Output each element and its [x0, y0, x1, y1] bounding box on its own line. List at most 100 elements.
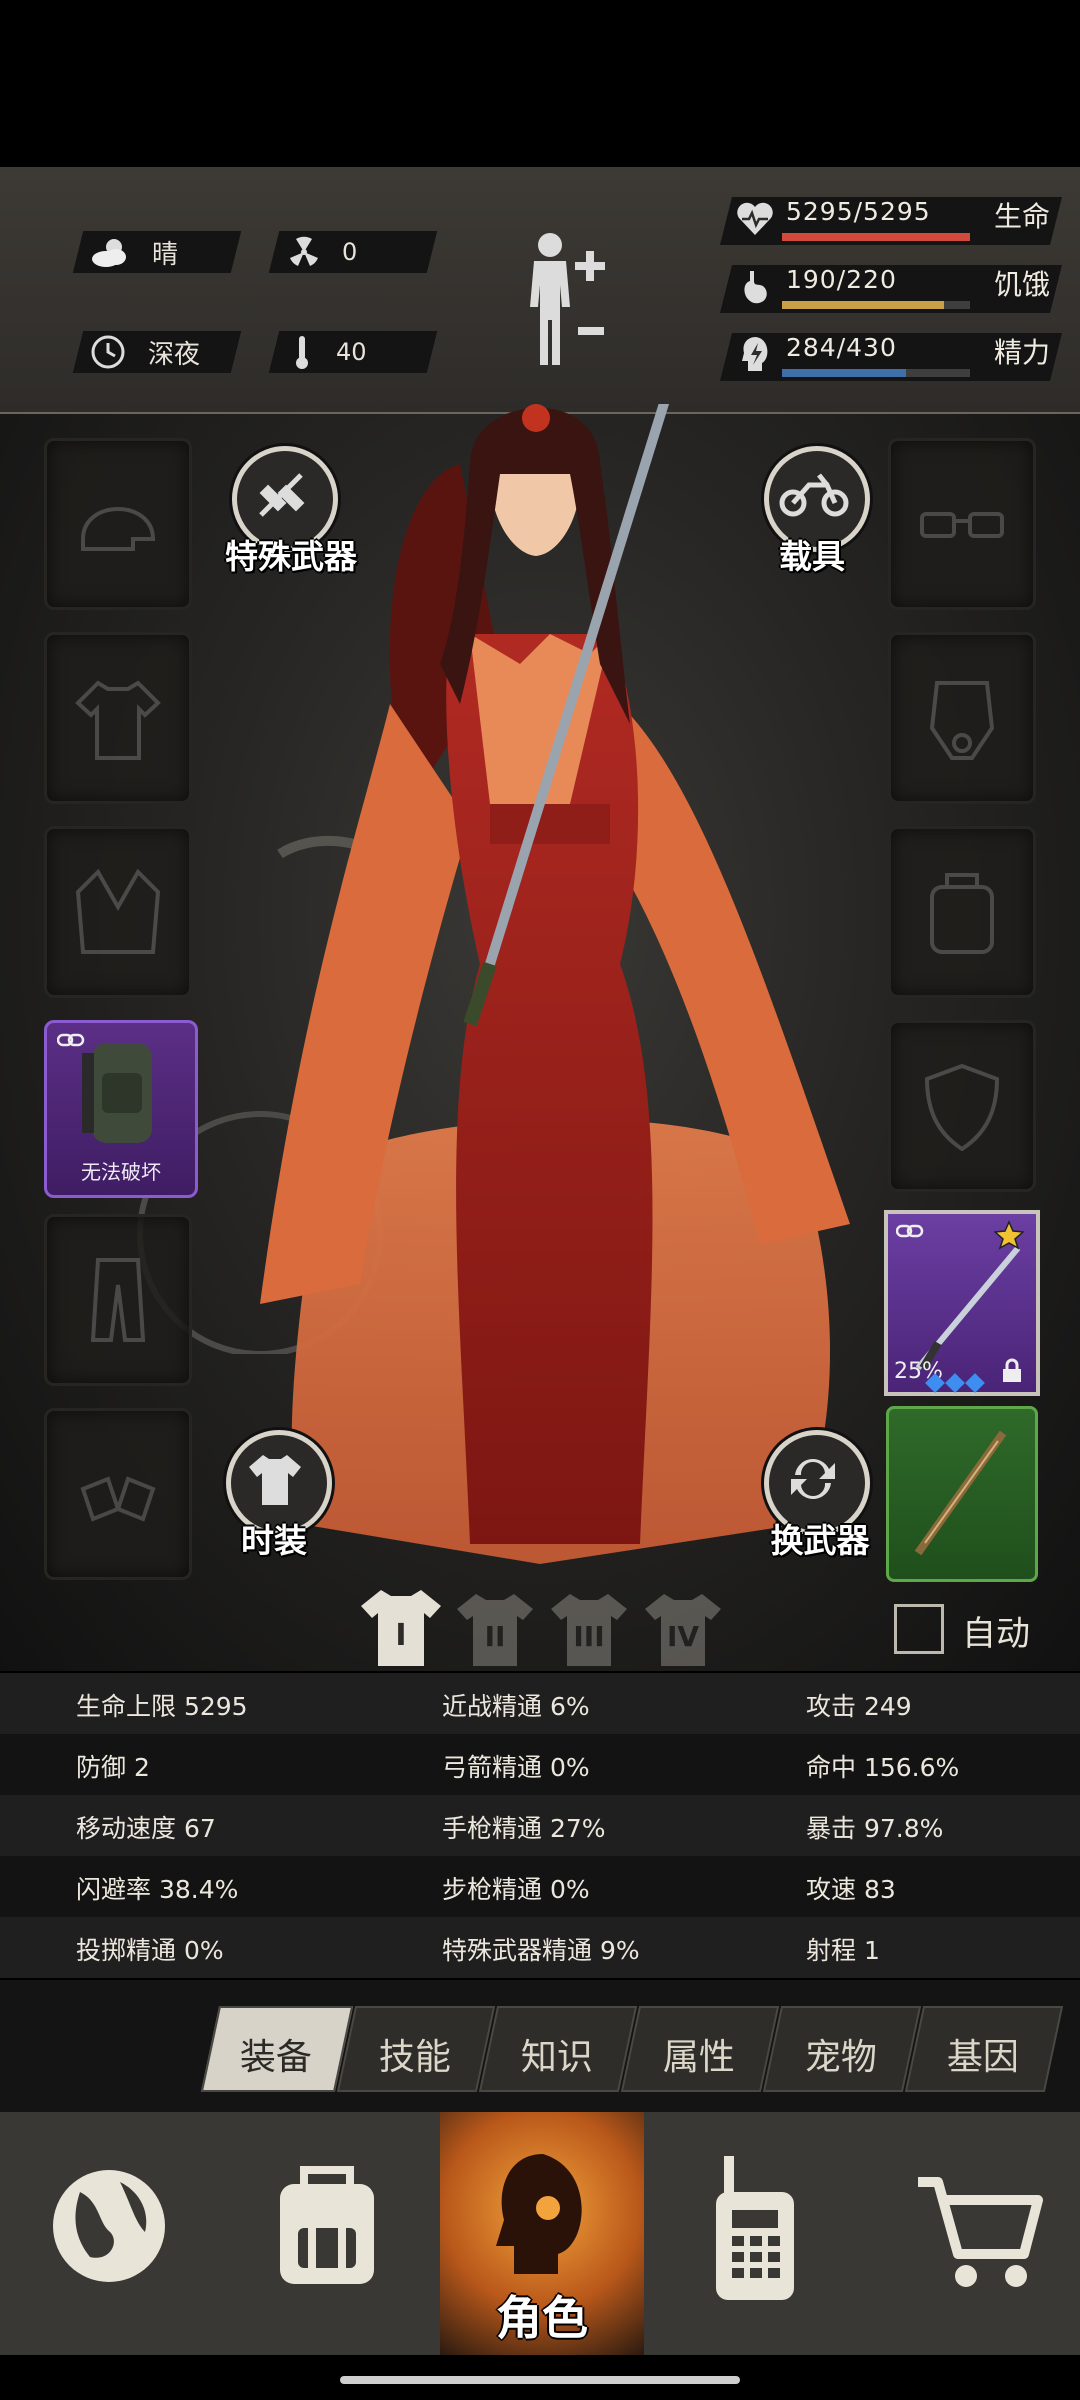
loadout-tabs: I II III IV [356, 1588, 736, 1668]
life-bar-fill [782, 233, 970, 241]
nav-world-map[interactable] [0, 2112, 218, 2355]
hunger-label: 饥饿 [994, 268, 1051, 301]
star-icon [994, 1220, 1024, 1250]
energy-label: 精力 [994, 336, 1051, 369]
weather-text: 晴 [152, 239, 179, 270]
auto-toggle[interactable]: 自动 [894, 1600, 1054, 1660]
fashion-label: 时装 [241, 1521, 307, 1560]
nav-inventory[interactable] [218, 2112, 436, 2355]
loadout-tab-2[interactable]: II [452, 1592, 538, 1668]
coat-slot[interactable] [44, 826, 192, 998]
bag-slot[interactable] [888, 826, 1036, 998]
upgrade-gems [925, 1373, 998, 1396]
hunger-value: 190/220 [786, 265, 897, 294]
vehicle-label: 载具 [779, 537, 845, 576]
loadout-tab-1[interactable]: I [356, 1588, 446, 1668]
clock-icon [91, 335, 125, 369]
melee-weapon-slot[interactable]: 25% [884, 1210, 1040, 1396]
helmet-icon [81, 507, 156, 551]
pants-icon [90, 1258, 146, 1342]
life-label: 生命 [994, 200, 1051, 233]
backpack-slot[interactable]: 无法破坏 [44, 1020, 198, 1198]
energy-bar [782, 369, 970, 377]
shield-slot[interactable] [888, 1020, 1036, 1192]
status-panel: 晴 0 深夜 40 5295/5295 生命 190/220 饥饿 284/43 [0, 167, 1080, 414]
secondary-weapon-slot[interactable] [886, 1406, 1038, 1582]
time-text: 深夜 [148, 339, 201, 370]
gas-mask-icon [929, 681, 995, 760]
swap-icon [791, 1459, 835, 1499]
body-status-button[interactable] [520, 225, 620, 375]
character-head-icon [496, 2154, 582, 2274]
body-icon [530, 233, 605, 365]
loadout-tab-4[interactable]: IV [640, 1592, 726, 1668]
loadout-tab-3[interactable]: III [546, 1592, 632, 1668]
hunger-bar-fill [782, 301, 945, 309]
radiation-icon [290, 236, 318, 266]
backpack-indestructible-label: 无法破坏 [81, 1160, 161, 1184]
stats-row: 防御 2 弓箭精通 0% 命中 156.6% [0, 1734, 1080, 1795]
tab-equipment[interactable]: 装备 [200, 2006, 354, 2092]
life-value: 5295/5295 [786, 197, 931, 226]
walkie-talkie-icon [716, 2156, 794, 2300]
shield-icon [924, 1063, 1000, 1151]
shoes-icon [80, 1476, 156, 1522]
special-weapon-button[interactable]: 特殊武器 [220, 446, 380, 606]
bag-icon [930, 873, 994, 954]
stats-row: 闪避率 38.4% 步枪精通 0% 攻速 83 [0, 1856, 1080, 1917]
glasses-slot[interactable] [888, 438, 1036, 610]
special-weapon-label: 特殊武器 [225, 537, 357, 576]
thermometer-icon [296, 336, 308, 369]
helmet-slot[interactable] [44, 438, 192, 610]
temperature-value: 40 [336, 338, 367, 366]
nav-shop[interactable] [862, 2112, 1080, 2355]
tab-attributes[interactable]: 属性 [620, 2006, 780, 2092]
tab-skills[interactable]: 技能 [336, 2006, 496, 2092]
stats-row: 投掷精通 0% 特殊武器精通 9% 射程 1 [0, 1917, 1080, 1978]
hunger-bar [782, 301, 970, 309]
bow-icon [914, 1430, 1007, 1556]
glasses-icon [920, 512, 1004, 538]
nav-character[interactable]: 角色 [440, 2112, 644, 2355]
backpack-icon [280, 2166, 374, 2284]
energy-value: 284/430 [786, 333, 897, 362]
chain-link-icon [896, 1224, 924, 1238]
globe-icon [53, 2170, 165, 2282]
special-weapon-icon [259, 473, 305, 517]
tab-knowledge[interactable]: 知识 [478, 2006, 638, 2092]
stats-row: 移动速度 67 手枪精通 27% 暴击 97.8% [0, 1795, 1080, 1856]
auto-checkbox[interactable] [894, 1604, 944, 1654]
cart-icon [918, 2177, 1043, 2287]
tshirt-icon [249, 1455, 301, 1505]
swap-weapon-label: 换武器 [770, 1521, 870, 1560]
shoes-slot[interactable] [44, 1408, 192, 1580]
vehicle-button[interactable]: 载具 [752, 446, 872, 606]
auto-label: 自动 [962, 1614, 1030, 1654]
nav-radio[interactable] [644, 2112, 862, 2355]
life-bar [782, 233, 970, 241]
chain-link-icon [57, 1033, 85, 1047]
heart-icon [737, 202, 773, 235]
shirt-slot[interactable] [44, 632, 192, 804]
fashion-button[interactable]: 时装 [214, 1430, 344, 1590]
cloud-sun-icon [92, 239, 126, 267]
coat-icon [75, 868, 161, 954]
stats-table: 生命上限 5295 近战精通 6% 攻击 249 防御 2 弓箭精通 0% 命中… [0, 1673, 1080, 1978]
swap-weapon-button[interactable]: 换武器 [750, 1430, 890, 1590]
character-scene: 无法破坏 25% 特殊武器 载具 时装 换武器 I II III IV 自动 [0, 404, 1080, 1671]
military-backpack-icon [82, 1043, 152, 1143]
energy-bar-fill [782, 369, 907, 377]
tab-pets[interactable]: 宠物 [762, 2006, 922, 2092]
mask-slot[interactable] [888, 632, 1036, 804]
stats-row: 生命上限 5295 近战精通 6% 攻击 249 [0, 1673, 1080, 1734]
katana-icon [915, 1246, 1021, 1371]
nav-character-label: 角色 [496, 2291, 588, 2345]
tab-genes[interactable]: 基因 [904, 2006, 1064, 2092]
pants-slot[interactable] [44, 1214, 192, 1386]
home-indicator[interactable] [340, 2376, 740, 2384]
radiation-value: 0 [342, 238, 358, 266]
lock-icon [1003, 1358, 1021, 1382]
energy-head-icon [742, 337, 768, 371]
shirt-icon [75, 680, 161, 760]
stomach-icon [744, 271, 767, 304]
